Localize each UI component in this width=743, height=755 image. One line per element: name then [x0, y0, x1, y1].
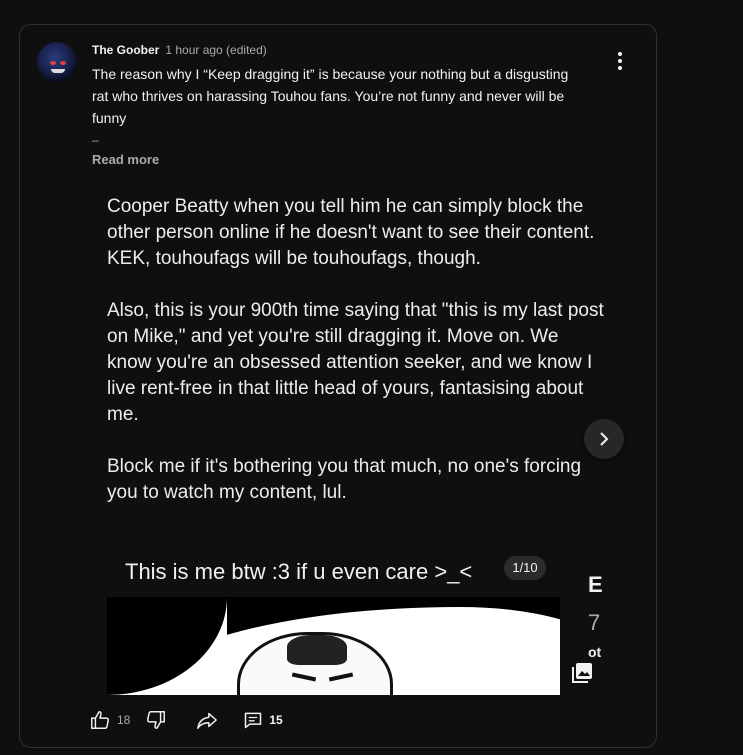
meme-image [107, 597, 560, 695]
avatar-eye [50, 61, 56, 65]
avatar-eye [60, 61, 66, 65]
reply-count: 15 [269, 713, 283, 727]
comment-card: The Goober 1 hour ago (edited) The reason… [19, 24, 657, 748]
peek-letter: E [588, 572, 603, 597]
peek-more: ot [588, 644, 602, 660]
comment-timestamp[interactable]: 1 hour ago (edited) [165, 43, 266, 57]
replies-button[interactable]: 15 [243, 710, 283, 730]
thumb-up-icon [91, 711, 110, 729]
next-slide-button[interactable] [584, 419, 624, 459]
more-vert-icon[interactable] [610, 51, 630, 71]
peek-number: 7 [588, 610, 601, 635]
share-button[interactable] [195, 709, 219, 731]
share-icon [197, 712, 218, 729]
comment-header: The Goober 1 hour ago (edited) [92, 43, 267, 57]
read-more-button[interactable]: Read more [92, 152, 159, 167]
like-count: 18 [117, 713, 131, 727]
slide-caption: This is me btw :3 if u even care >_< [125, 559, 473, 584]
slide-text: Cooper Beatty when you tell him he can s… [107, 196, 604, 503]
like-button[interactable]: 18 [89, 709, 130, 731]
chevron-right-icon [600, 432, 609, 446]
author-name[interactable]: The Goober [92, 43, 159, 57]
next-slide-preview: E 7 ot [588, 570, 608, 660]
slide-counter: 1/10 [504, 556, 546, 580]
truncation-mark: – [92, 133, 99, 147]
avatar-mouth [51, 69, 65, 73]
comment-actions: 18 15 [89, 708, 283, 732]
comment-icon [245, 712, 262, 729]
comment-text: The reason why I “Keep dragging it” is b… [92, 66, 569, 126]
image-carousel[interactable]: Cooper Beatty when you tell him he can s… [84, 182, 624, 695]
thumb-down-icon [147, 711, 166, 729]
avatar[interactable] [37, 42, 77, 82]
image-multiple-icon [571, 662, 593, 684]
dislike-button[interactable] [145, 709, 167, 731]
